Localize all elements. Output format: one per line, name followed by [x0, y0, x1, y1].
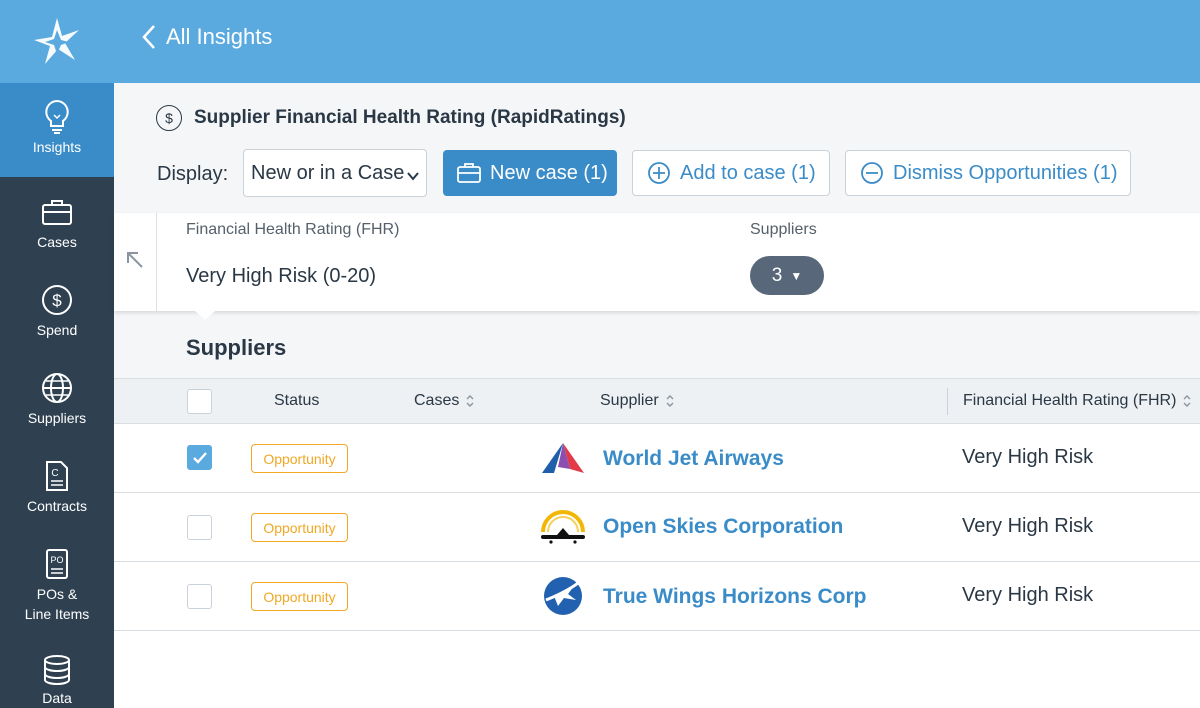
sidebar-item-label: Cases: [37, 234, 77, 250]
column-fhr-label: Financial Health Rating (FHR): [963, 392, 1177, 409]
select-all-checkbox[interactable]: [187, 389, 212, 414]
supplier-name-link[interactable]: Open Skies Corporation: [603, 515, 843, 539]
briefcase-icon: [37, 192, 77, 232]
sidebar-item-label: Insights: [32, 139, 82, 155]
back-link-label: All Insights: [166, 24, 273, 49]
dollar-circle-icon: $: [156, 105, 182, 131]
sidebar-item-label: Spend: [36, 322, 78, 338]
sidebar-item-label: POs & Line Items: [24, 586, 90, 622]
checkmark-icon: [192, 451, 207, 464]
card-pointer: [195, 311, 215, 320]
collapse-button[interactable]: [114, 213, 157, 311]
chevron-left-icon: [142, 24, 156, 50]
lightbulb-icon: [37, 97, 77, 137]
column-cases-label: Cases: [414, 392, 460, 409]
caret-down-icon: ▼: [790, 268, 803, 283]
add-to-case-label: Add to case (1): [680, 161, 816, 184]
display-select-value: New or in a Case: [251, 161, 405, 184]
sidebar-item-cases[interactable]: Cases: [0, 192, 114, 268]
true-wings-logo: [537, 575, 589, 617]
column-status-label: Status: [274, 392, 320, 409]
logo-icon: [34, 17, 79, 64]
column-cases[interactable]: Cases: [414, 392, 474, 410]
sort-icon: [666, 394, 674, 408]
fhr-cell: Very High Risk: [962, 446, 1094, 468]
top-header: All Insights: [114, 0, 1200, 83]
dismiss-label: Dismiss Opportunities (1): [893, 161, 1118, 184]
supplier-name-link[interactable]: True Wings Horizons Corp: [603, 585, 866, 609]
suppliers-count: 3: [771, 264, 783, 286]
chevron-down-icon: [406, 166, 420, 189]
table-empty-area: [114, 631, 1200, 708]
row-checkbox[interactable]: [187, 445, 212, 470]
status-badge: Opportunity: [251, 513, 348, 542]
briefcase-icon: [457, 162, 481, 184]
row-checkbox[interactable]: [187, 584, 212, 609]
status-badge: Opportunity: [251, 582, 348, 611]
filter-card: Financial Health Rating (FHR) Very High …: [114, 213, 1200, 311]
back-link[interactable]: All Insights: [142, 24, 272, 50]
sort-icon: [466, 394, 474, 408]
svg-text:$: $: [52, 291, 62, 310]
globe-icon: [37, 368, 77, 408]
fhr-filter-label: Financial Health Rating (FHR): [186, 221, 400, 238]
sidebar-item-spend[interactable]: $ Spend: [0, 280, 114, 356]
database-icon: [37, 652, 77, 688]
app-logo[interactable]: [0, 0, 114, 83]
table-header: Status Cases Supplier Financial Health R…: [114, 378, 1200, 424]
fhr-filter-value: Very High Risk (0-20): [186, 265, 377, 287]
status-badge: Opportunity: [251, 444, 348, 473]
display-label: Display:: [157, 163, 229, 185]
minus-circle-icon: [860, 161, 884, 185]
sidebar-item-data[interactable]: Data: [0, 652, 114, 708]
dollar-icon: $: [37, 280, 77, 320]
sidebar: Insights Cases $ Spend Suppliers C Contr…: [0, 0, 114, 708]
svg-text:PO: PO: [50, 555, 63, 565]
sidebar-item-label: Contracts: [27, 498, 87, 514]
add-to-case-button[interactable]: Add to case (1): [632, 150, 830, 196]
column-divider[interactable]: [947, 388, 948, 415]
po-icon: PO: [37, 544, 77, 584]
page-title-text: Supplier Financial Health Rating (RapidR…: [194, 107, 626, 128]
fhr-cell: Very High Risk: [962, 584, 1094, 606]
open-skies-logo: [537, 506, 589, 548]
insight-toolbar: $ Supplier Financial Health Rating (Rapi…: [114, 83, 1200, 213]
column-status: Status: [274, 392, 319, 410]
sort-icon: [1183, 394, 1191, 408]
arrow-up-left-icon: [124, 249, 146, 276]
sidebar-item-label: Suppliers: [27, 410, 87, 426]
world-jet-airways-logo: [537, 437, 589, 479]
column-supplier[interactable]: Supplier: [600, 392, 674, 410]
supplier-name-link[interactable]: World Jet Airways: [603, 447, 784, 471]
sidebar-item-suppliers[interactable]: Suppliers: [0, 368, 114, 444]
plus-circle-icon: [647, 161, 671, 185]
new-case-button[interactable]: New case (1): [443, 150, 617, 196]
new-case-label: New case (1): [490, 161, 608, 184]
table-row[interactable]: Opportunity True Wings Horizons Corp Ver…: [114, 562, 1200, 631]
table-row[interactable]: Opportunity World Jet Airways Very High …: [114, 424, 1200, 493]
suppliers-count-dropdown[interactable]: 3 ▼: [750, 256, 824, 295]
sidebar-item-insights[interactable]: Insights: [0, 83, 114, 177]
section-heading: Suppliers: [186, 335, 287, 360]
dismiss-opportunities-button[interactable]: Dismiss Opportunities (1): [845, 150, 1131, 196]
sidebar-item-pos[interactable]: PO POs & Line Items: [0, 544, 114, 634]
svg-text:C: C: [51, 468, 58, 479]
sidebar-item-label: Data: [42, 690, 72, 706]
sidebar-item-contracts[interactable]: C Contracts: [0, 456, 114, 532]
contract-icon: C: [37, 456, 77, 496]
column-supplier-label: Supplier: [600, 392, 659, 409]
fhr-cell: Very High Risk: [962, 515, 1094, 537]
row-checkbox[interactable]: [187, 515, 212, 540]
display-select[interactable]: New or in a Case: [243, 149, 427, 197]
suppliers-filter-label: Suppliers: [750, 221, 817, 238]
column-fhr[interactable]: Financial Health Rating (FHR): [963, 392, 1191, 410]
page-title: $ Supplier Financial Health Rating (Rapi…: [156, 105, 626, 131]
table-row[interactable]: Opportunity Open Skies Corporation Very …: [114, 493, 1200, 562]
